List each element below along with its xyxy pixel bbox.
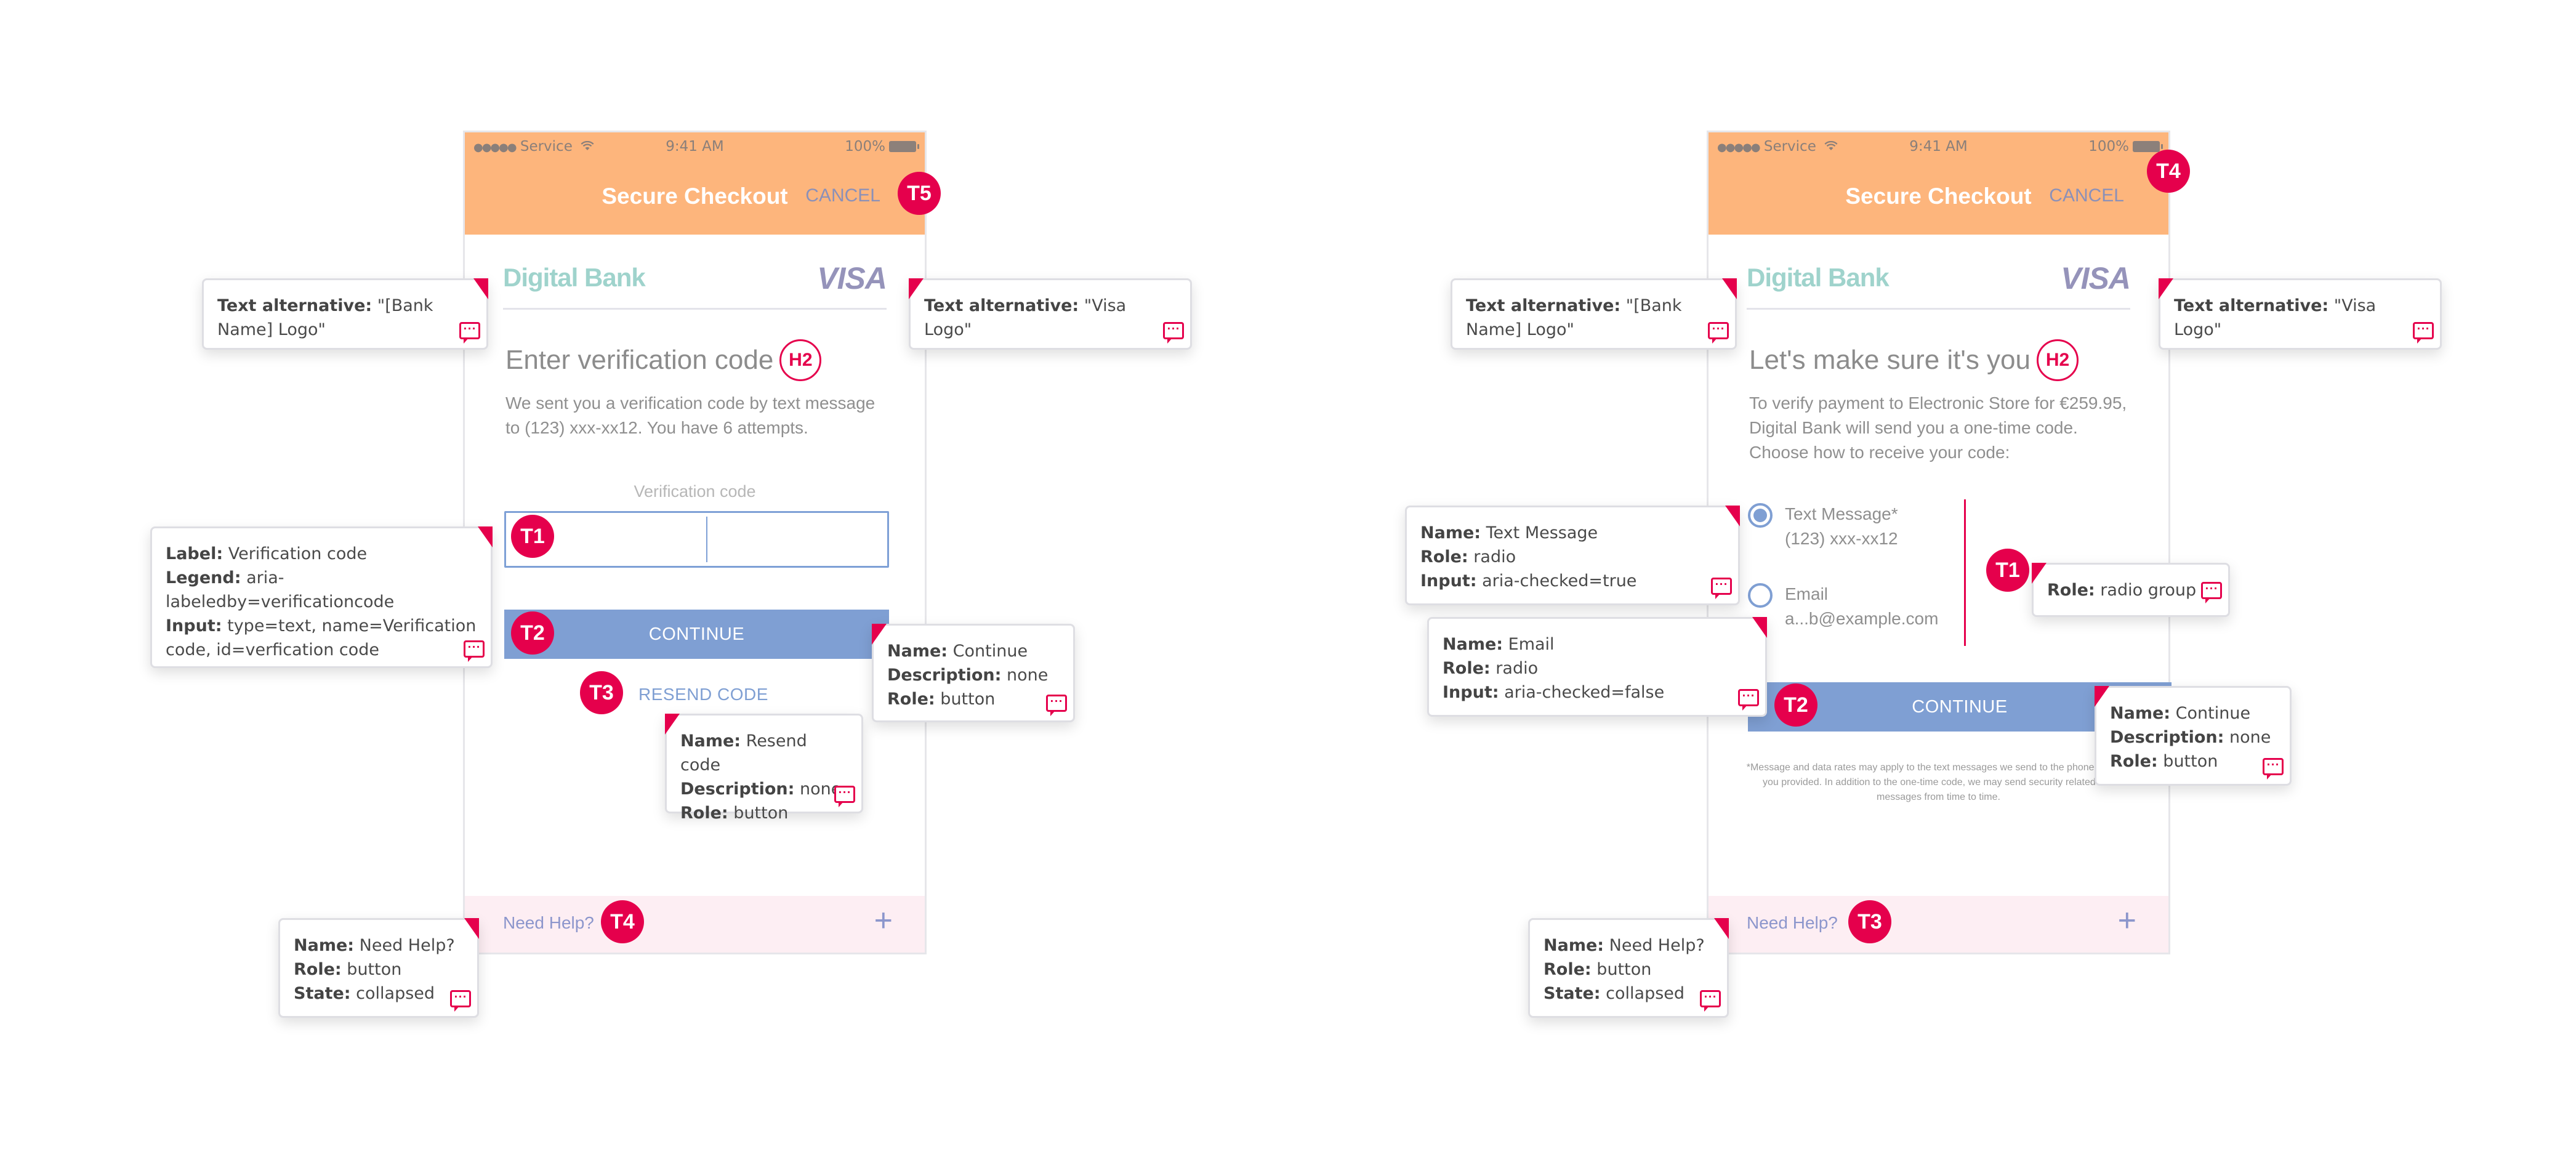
annotation-corner-marker (2159, 278, 2173, 299)
radio-detail: (123) xxx-xx12 (1785, 529, 1898, 548)
checkout-header: ●●●●● Service 9:41 AM 100% Secure Checko… (465, 132, 925, 235)
need-help-button[interactable]: Need Help? (503, 913, 594, 933)
annotation-corner-marker (1714, 918, 1729, 939)
radio-label: Email (1785, 584, 1829, 603)
logo-row: Digital Bank VISA (1747, 260, 2131, 310)
annotation-tag-radio-group: T1 (1986, 549, 2029, 592)
status-bar: ●●●●● Service 9:41 AM 100% (1717, 139, 2163, 157)
heading: Let's make sure it's you H2 (1749, 339, 2079, 381)
battery-percent: 100% (845, 139, 885, 155)
annotation-tag-help: T3 (1848, 900, 1891, 943)
annotation-corner-marker (1752, 617, 1767, 638)
comment-icon[interactable]: ··· (1738, 689, 1759, 711)
verification-code-input[interactable] (504, 511, 889, 568)
comment-icon[interactable]: ··· (1700, 990, 1721, 1012)
annotation-corner-marker (909, 278, 924, 299)
checkout-header: ●●●●● Service 9:41 AM 100% Secure Checko… (1709, 132, 2168, 235)
annotation-corner-marker (464, 918, 479, 939)
status-bar: ●●●●● Service 9:41 AM 100% (473, 139, 919, 157)
radio-option-email[interactable]: Email a...b@example.com (1748, 582, 1938, 631)
comment-icon[interactable]: ··· (450, 990, 471, 1012)
annotation-tag-cancel: T5 (898, 172, 941, 215)
comment-icon[interactable]: ··· (2201, 582, 2222, 603)
annotation-callout-resend: Name: Resend code Description: none Role… (665, 714, 863, 823)
plus-icon[interactable]: + (2118, 905, 2136, 937)
annotation-corner-marker (2032, 563, 2047, 584)
plus-icon[interactable]: + (874, 905, 893, 937)
annotation-tag-continue: T2 (511, 611, 554, 655)
annotation-callout-continue: Name: Continue Description: none Role: b… (872, 624, 1075, 722)
annotation-tag-input: T1 (511, 515, 554, 558)
radio-button-unchecked[interactable] (1748, 583, 1773, 608)
heading-text: Enter verification code (505, 345, 774, 375)
annotation-corner-marker (665, 714, 680, 735)
radio-label: Text Message* (1785, 504, 1898, 523)
annotation-tag-resend: T3 (580, 671, 623, 714)
comment-icon[interactable]: ··· (464, 640, 485, 662)
description-text: We sent you a verification code by text … (505, 393, 875, 437)
visa-logo: VISA (2061, 261, 2131, 296)
annotation-callout-help: Name: Need Help? Role: button State: col… (278, 918, 479, 1018)
comment-icon[interactable]: ··· (459, 322, 480, 344)
need-help-button[interactable]: Need Help? (1747, 913, 1838, 933)
annotation-callout-continue: Name: Continue Description: none Role: b… (2095, 686, 2292, 786)
radio-group-bracket (1964, 499, 1966, 646)
annotation-corner-marker (473, 278, 488, 299)
comment-icon[interactable]: ··· (1163, 322, 1184, 344)
comment-icon[interactable]: ··· (2413, 322, 2434, 344)
disclaimer-text: *Message and data rates may apply to the… (1746, 762, 2131, 802)
heading-level-badge: H2 (2037, 339, 2079, 381)
input-divider (706, 517, 707, 562)
annotation-callout-radio-text-message: Name: Text Message Role: radio Input: ar… (1405, 506, 1740, 605)
annotation-corner-marker (872, 624, 887, 645)
radio-option-text-message[interactable]: Text Message* (123) xxx-xx12 (1748, 502, 1898, 551)
annotation-corner-marker (1725, 506, 1740, 526)
bank-logo: Digital Bank (503, 263, 646, 292)
annotation-corner-marker (2095, 686, 2109, 707)
cancel-button[interactable]: CANCEL (2049, 185, 2124, 206)
comment-icon[interactable]: ··· (834, 786, 855, 807)
verification-code-label: Verification code (634, 482, 756, 501)
annotation-tag-help: T4 (601, 900, 644, 943)
radio-detail: a...b@example.com (1785, 609, 1939, 628)
phone-screen-choose-method: ●●●●● Service 9:41 AM 100% Secure Checko… (1707, 131, 2171, 954)
heading: Enter verification code H2 (505, 339, 822, 381)
annotation-callout-visa-logo: Text alternative: "Visa Logo" ··· (2159, 278, 2442, 350)
annotation-corner-marker (478, 526, 493, 547)
annotation-tag-continue: T2 (1774, 683, 1817, 727)
comment-icon[interactable]: ··· (2263, 758, 2284, 780)
description-text: To verify payment to Electronic Store fo… (1749, 393, 2127, 462)
annotation-callout-help: Name: Need Help? Role: button State: col… (1528, 918, 1729, 1018)
heading-level-badge: H2 (779, 339, 822, 381)
comment-icon[interactable]: ··· (1708, 322, 1729, 344)
annotation-callout-input: Label: Verification code Legend: aria-la… (150, 526, 493, 668)
resend-code-link[interactable]: RESEND CODE (638, 685, 768, 704)
need-help-band[interactable]: Need Help? + (465, 896, 925, 953)
annotation-callout-visa-logo: Text alternative: "Visa Logo" ··· (909, 278, 1192, 350)
battery-percent: 100% (2088, 139, 2129, 155)
continue-button[interactable]: CONTINUE (504, 610, 889, 659)
battery-full-icon (889, 141, 919, 152)
bank-logo: Digital Bank (1747, 263, 1890, 292)
annotation-callout-radio-group: Role: radio group ··· (2032, 563, 2230, 617)
logo-row: Digital Bank VISA (503, 260, 887, 310)
heading-text: Let's make sure it's you (1749, 345, 2031, 375)
need-help-band[interactable]: Need Help? + (1709, 896, 2168, 953)
annotation-corner-marker (1722, 278, 1737, 299)
annotation-callout-radio-email: Name: Email Role: radio Input: aria-chec… (1427, 617, 1767, 717)
visa-logo: VISA (817, 261, 887, 296)
radio-button-checked[interactable] (1748, 503, 1773, 528)
comment-icon[interactable]: ··· (1711, 578, 1732, 599)
battery-full-icon (2133, 141, 2163, 152)
cancel-button[interactable]: CANCEL (805, 185, 880, 206)
annotation-callout-bank-logo: Text alternative: "[Bank Name] Logo" ··· (202, 278, 488, 350)
annotation-tag-cancel: T4 (2147, 150, 2190, 193)
comment-icon[interactable]: ··· (1046, 695, 1067, 716)
annotation-callout-bank-logo: Text alternative: "[Bank Name] Logo" ··· (1451, 278, 1737, 350)
